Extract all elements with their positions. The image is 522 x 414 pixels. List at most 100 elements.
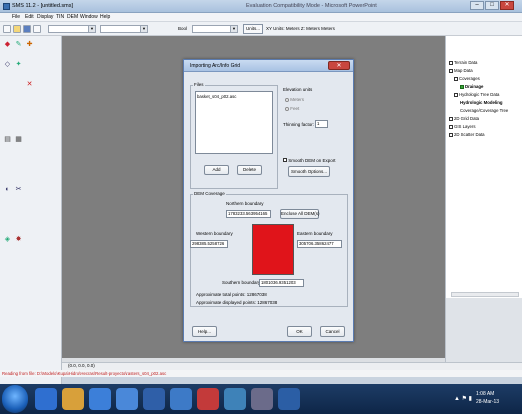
palette-tool-7[interactable]: ▤ <box>3 135 12 144</box>
taskbar-explorer-icon[interactable] <box>35 388 57 410</box>
minimize-button[interactable]: – <box>470 1 484 10</box>
cursor-coordinates: (0.0, 0.0, 0.0) <box>68 363 95 368</box>
palette-tool-10[interactable]: ✂ <box>14 185 23 194</box>
maximize-button[interactable]: □ <box>485 1 499 10</box>
tree-item-hydrologic-modeling[interactable]: Hydrologic Modeling <box>460 100 503 105</box>
palette-tool-5[interactable]: ✦ <box>14 60 23 69</box>
tree-toggle-icon <box>449 124 453 129</box>
status-message: Reading from file: D:\Modelo\Kupa\Hidro\… <box>2 371 167 376</box>
palette-tool-2[interactable]: ✎ <box>14 40 23 49</box>
units-readout: XY Units: Meters Z: Meters Meters <box>266 26 335 31</box>
chevron-down-icon: ▼ <box>230 26 237 32</box>
smooth-dem-checkbox[interactable]: Smooth DEM on Export <box>283 158 336 163</box>
southern-boundary-input[interactable]: 1801036.9351203 <box>259 279 304 287</box>
smooth-dem-label: Smooth DEM on Export <box>288 158 336 163</box>
dialog-title-bar: Importing Arc/Info Grid ✕ <box>184 60 353 72</box>
radio-meters[interactable]: Meters <box>285 97 304 102</box>
palette-tool-11[interactable]: ◈ <box>3 235 12 244</box>
file-entry[interactable]: basket_s04_p02.asc <box>197 92 272 99</box>
radio-selected-icon <box>285 97 289 102</box>
tree-item-label: 2D Scatter Data <box>454 132 485 137</box>
new-file-icon[interactable] <box>3 25 11 33</box>
tree-item-terrain-data[interactable]: Terrain Data <box>449 60 477 65</box>
tree-item-label: Terrain Data <box>454 60 478 65</box>
dialog-close-button[interactable]: ✕ <box>328 61 350 70</box>
tree-toggle-icon <box>454 92 458 97</box>
add-button[interactable]: Add <box>204 165 229 175</box>
smooth-options-button[interactable]: Smooth Options... <box>288 166 330 177</box>
tree-item-coverage-tree[interactable]: Coverage/Coverage Tree <box>460 108 508 113</box>
taskbar-app3-icon[interactable] <box>170 388 192 410</box>
start-button[interactable] <box>2 385 28 413</box>
checkbox-icon <box>283 158 287 162</box>
palette-tool-3[interactable]: ✚ <box>25 40 34 49</box>
tree-item-coverages[interactable]: Coverages <box>454 76 480 81</box>
taskbar-ie-icon[interactable] <box>116 388 138 410</box>
close-window-button[interactable]: ✕ <box>500 1 514 10</box>
tree-item-gis-layers[interactable]: GIS Layers <box>449 124 476 129</box>
dem-coverage-preview <box>252 224 294 275</box>
tree-item-label: Coverages <box>459 76 480 81</box>
menu-window[interactable]: Window <box>80 14 98 20</box>
ok-button[interactable]: OK <box>287 326 312 337</box>
toolbar-field-label: Bool <box>178 26 188 31</box>
save-icon[interactable] <box>23 25 31 33</box>
chevron-down-icon: ▼ <box>88 26 95 32</box>
menu-edit[interactable]: Edit <box>25 14 34 20</box>
palette-tool-4[interactable]: ◇ <box>3 60 12 69</box>
tree-item-hydrologic-tree-data[interactable]: Hydrologic Tree Data <box>454 92 499 97</box>
thinning-factor-label: Thinning factor: <box>283 122 315 127</box>
tree-item-label: GIS Layers <box>454 124 476 129</box>
files-list[interactable]: basket_s04_p02.asc <box>195 91 273 154</box>
tree-toggle-icon <box>454 76 458 81</box>
menu-bar: File Edit Display TIN DEM Window Help <box>0 13 522 22</box>
tree-item-2d-grid-data[interactable]: 2D Grid Data <box>449 116 479 121</box>
palette-tool-1[interactable]: ◆ <box>3 40 12 49</box>
eastern-boundary-input[interactable]: 305706.35862477 <box>297 240 342 248</box>
title-bar: SMS 11.2 - [untitled.sms] Evaluation Com… <box>0 0 522 13</box>
clock-time[interactable]: 1:08 AM <box>476 391 494 397</box>
tree-item-drainage[interactable]: Drainage <box>460 84 483 89</box>
system-tray-icons[interactable]: ▲ ⚑ ▮ <box>454 395 472 402</box>
print-icon[interactable] <box>33 25 41 33</box>
tree-item-2d-scatter-data[interactable]: 2D Scatter Data <box>449 132 485 137</box>
taskbar-vlc-icon[interactable] <box>62 388 84 410</box>
menu-dem[interactable]: DEM <box>67 14 78 20</box>
radio-feet[interactable]: Feet <box>285 106 299 111</box>
tree-item-label: Hydrologic Tree Data <box>459 92 500 97</box>
enclose-all-dems-button[interactable]: Enclose All DEM(s) <box>280 209 320 219</box>
radio-icon <box>285 106 289 111</box>
eastern-boundary-label: Eastern boundary <box>297 231 333 236</box>
thinning-factor-input[interactable]: 1 <box>315 120 328 128</box>
radio-meters-label: Meters <box>290 97 305 102</box>
palette-tool-9[interactable]: ◐ <box>3 185 12 194</box>
menu-display[interactable]: Display <box>37 14 53 20</box>
western-boundary-input[interactable]: 298385.5258726 <box>190 240 228 248</box>
menu-file[interactable]: File <box>12 14 20 20</box>
western-boundary-label: Western boundary <box>196 231 233 236</box>
tree-item-label: Hydrologic Modeling <box>460 100 503 105</box>
clock-date[interactable]: 28-Mar-13 <box>476 399 499 405</box>
taskbar-app2-icon[interactable] <box>143 388 165 410</box>
menu-tin[interactable]: TIN <box>56 14 64 20</box>
tree-item-map-data[interactable]: Map Data <box>449 68 473 73</box>
taskbar-app-icon[interactable] <box>89 388 111 410</box>
cancel-button[interactable]: Cancel <box>320 326 345 337</box>
palette-tool-6[interactable]: ✕ <box>25 80 34 89</box>
units-button[interactable]: Units... <box>243 24 263 34</box>
menu-help[interactable]: Help <box>100 14 110 20</box>
palette-tool-8[interactable]: ▦ <box>14 135 23 144</box>
help-button[interactable]: Help... <box>192 326 217 337</box>
delete-button[interactable]: Delete <box>237 165 262 175</box>
toolbar-combo-3[interactable]: ▼ <box>192 25 238 33</box>
taskbar-sms-icon[interactable] <box>224 388 246 410</box>
palette-tool-12[interactable]: ✸ <box>14 235 23 244</box>
taskbar-word-icon[interactable] <box>278 388 300 410</box>
tree-horizontal-scrollbar[interactable] <box>451 292 519 297</box>
northern-boundary-input[interactable]: 1783233.563954165 <box>226 210 271 218</box>
taskbar-app4-icon[interactable] <box>251 388 273 410</box>
toolbar-combo-1[interactable]: ▼ <box>48 25 96 33</box>
open-folder-icon[interactable] <box>13 25 21 33</box>
toolbar-combo-2[interactable]: ▼ <box>100 25 148 33</box>
taskbar-pdf-icon[interactable] <box>197 388 219 410</box>
